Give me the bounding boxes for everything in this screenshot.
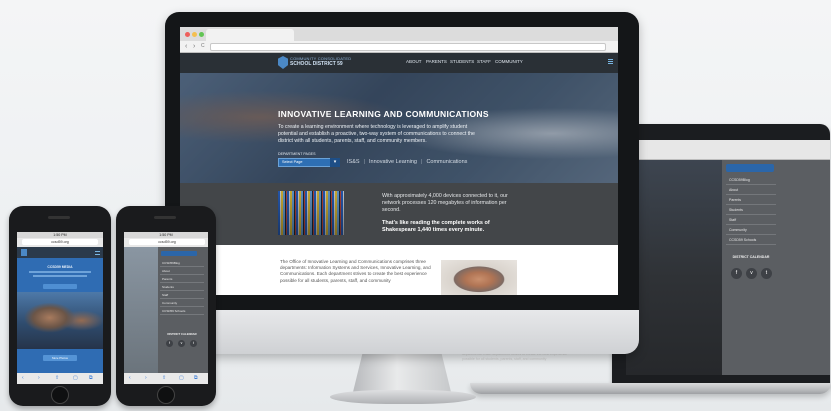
- laptop-menu-item[interactable]: Students: [726, 206, 776, 215]
- back-icon[interactable]: ‹: [22, 373, 24, 384]
- imac-chin: [165, 310, 639, 354]
- students-photo: [17, 292, 103, 349]
- mobile-search-input[interactable]: [161, 251, 197, 256]
- mobile-browser-toolbar: ‹ › ⇧ ▢ ⧉: [124, 373, 208, 384]
- link-innovative-learning[interactable]: Innovative Learning: [369, 159, 417, 165]
- network-cables-image: [278, 191, 344, 235]
- mobile-menu-item[interactable]: CCSD59Blog: [160, 260, 204, 267]
- share-icon[interactable]: ⇧: [162, 373, 166, 384]
- site-header: [180, 53, 618, 73]
- mobile-site-header: [17, 247, 103, 258]
- department-links: IS&S | Innovative Learning | Communications: [347, 159, 467, 165]
- home-button[interactable]: [51, 386, 69, 404]
- mobile-menu-item[interactable]: Staff: [160, 292, 204, 299]
- district-logo-icon[interactable]: [21, 249, 27, 256]
- address-bar[interactable]: [210, 43, 606, 51]
- bookmarks-icon[interactable]: ▢: [179, 373, 184, 384]
- laptop-calendar-title: DISTRICT CALENDAR: [732, 255, 770, 259]
- forward-icon[interactable]: ›: [193, 42, 195, 51]
- mobile-hero-line: [33, 275, 87, 277]
- tabs-icon[interactable]: ⧉: [194, 373, 198, 384]
- back-icon[interactable]: ‹: [129, 373, 131, 384]
- mobile-menu-item[interactable]: About: [160, 268, 204, 275]
- laptop-menu-item[interactable]: Community: [726, 226, 776, 235]
- mobile-hero-button[interactable]: [43, 284, 77, 289]
- twitter-icon[interactable]: t: [761, 268, 772, 279]
- laptop-menu-item[interactable]: About: [726, 186, 776, 195]
- mobile-hero-title: CCSD59 MEDIA: [47, 265, 73, 269]
- chevron-down-icon[interactable]: ▾: [330, 158, 340, 167]
- mobile-menu-item[interactable]: Parents: [160, 276, 204, 283]
- twitter-icon[interactable]: t: [190, 340, 197, 347]
- mobile-browser-toolbar: ‹ › ⇧ ▢ ⧉: [17, 373, 103, 384]
- link-communications[interactable]: Communications: [426, 159, 467, 165]
- url-field[interactable]: ccsd59.org: [22, 239, 98, 245]
- mobile-calendar-title: DISTRICT CALENDAR: [167, 332, 197, 336]
- close-window-icon[interactable]: [185, 32, 190, 37]
- site-name-line2[interactable]: SCHOOL DISTRICT 59: [290, 61, 343, 67]
- photo-caption-bar: [17, 349, 103, 373]
- mobile-menu-item[interactable]: CCSD59 Schools: [160, 308, 204, 315]
- hero-description: To create a learning environment where t…: [278, 124, 475, 144]
- hamburger-menu-icon[interactable]: [95, 251, 100, 255]
- facebook-icon[interactable]: f: [166, 340, 173, 347]
- nav-students[interactable]: STUDENTS: [450, 59, 474, 64]
- share-icon[interactable]: ⇧: [55, 373, 59, 384]
- staff-portrait-image: [441, 260, 517, 295]
- phone-left-screen: 1:50 PM ccsd59.org CCSD59 MEDIA More Pho…: [17, 232, 103, 384]
- mobile-menu-item[interactable]: Community: [160, 300, 204, 307]
- nav-community[interactable]: COMMUNITY: [495, 59, 523, 64]
- laptop-search-input[interactable]: [726, 164, 774, 172]
- link-iss[interactable]: IS&S: [347, 159, 360, 165]
- laptop-menu-item[interactable]: Staff: [726, 216, 776, 225]
- imac-stand: [353, 352, 451, 392]
- zoom-window-icon[interactable]: [199, 32, 204, 37]
- vimeo-icon[interactable]: v: [746, 268, 757, 279]
- phone-speaker: [154, 216, 176, 219]
- nav-staff[interactable]: STAFF: [477, 59, 491, 64]
- more-photos-button[interactable]: More Photos: [43, 355, 77, 361]
- imac-stand-foot: [330, 390, 476, 404]
- hero-title: INNOVATIVE LEARNING AND COMMUNICATIONS: [278, 109, 489, 119]
- laptop-menu-item[interactable]: CCSD59Blog: [726, 176, 776, 185]
- stats-text: With approximately 4,000 devices connect…: [382, 193, 508, 213]
- forward-icon[interactable]: ›: [38, 373, 40, 384]
- nav-about[interactable]: ABOUT: [406, 59, 422, 64]
- tabs-icon[interactable]: ⧉: [89, 373, 93, 384]
- link-separator: |: [421, 159, 423, 165]
- facebook-icon[interactable]: f: [731, 268, 742, 279]
- stats-highlight: That's like reading the complete works o…: [382, 220, 490, 233]
- mobile-hero-line: [29, 271, 91, 273]
- back-icon[interactable]: ‹: [185, 42, 187, 51]
- phone-speaker: [48, 216, 70, 219]
- office-description: The Office of Innovative Learning and Co…: [280, 259, 431, 283]
- link-separator: |: [363, 159, 365, 165]
- department-pages-label: DEPARTMENT PAGES: [278, 152, 316, 156]
- hamburger-menu-icon[interactable]: [608, 59, 613, 64]
- imac-screen: ‹ › C COMMUNITY CONSOLIDATED SCHOOL DIST…: [180, 27, 618, 295]
- vimeo-icon[interactable]: v: [178, 340, 185, 347]
- laptop-base: [470, 383, 831, 394]
- bookmarks-icon[interactable]: ▢: [73, 373, 78, 384]
- laptop-menu-item[interactable]: Parents: [726, 196, 776, 205]
- nav-parents[interactable]: PARENTS: [426, 59, 447, 64]
- laptop-body-text: departments. Each department strives to …: [462, 352, 568, 361]
- url-field[interactable]: ccsd59.org: [129, 239, 205, 245]
- minimize-window-icon[interactable]: [192, 32, 197, 37]
- browser-tab[interactable]: [206, 29, 294, 41]
- home-button[interactable]: [157, 386, 175, 404]
- phone-right-screen: 1:50 PM ccsd59.org CCSD59Blog About Pare…: [124, 232, 208, 384]
- mobile-page-behind-menu: [124, 247, 158, 373]
- laptop-browser-chrome: [626, 140, 830, 160]
- laptop-screen: CCSD59Blog About Parents Students Staff …: [626, 140, 830, 375]
- forward-icon[interactable]: ›: [145, 373, 147, 384]
- laptop-menu-item[interactable]: CCSD59 Schools: [726, 236, 776, 245]
- mobile-menu-item[interactable]: Students: [160, 284, 204, 291]
- laptop-page-background: [626, 160, 722, 375]
- reload-icon[interactable]: C: [201, 42, 205, 51]
